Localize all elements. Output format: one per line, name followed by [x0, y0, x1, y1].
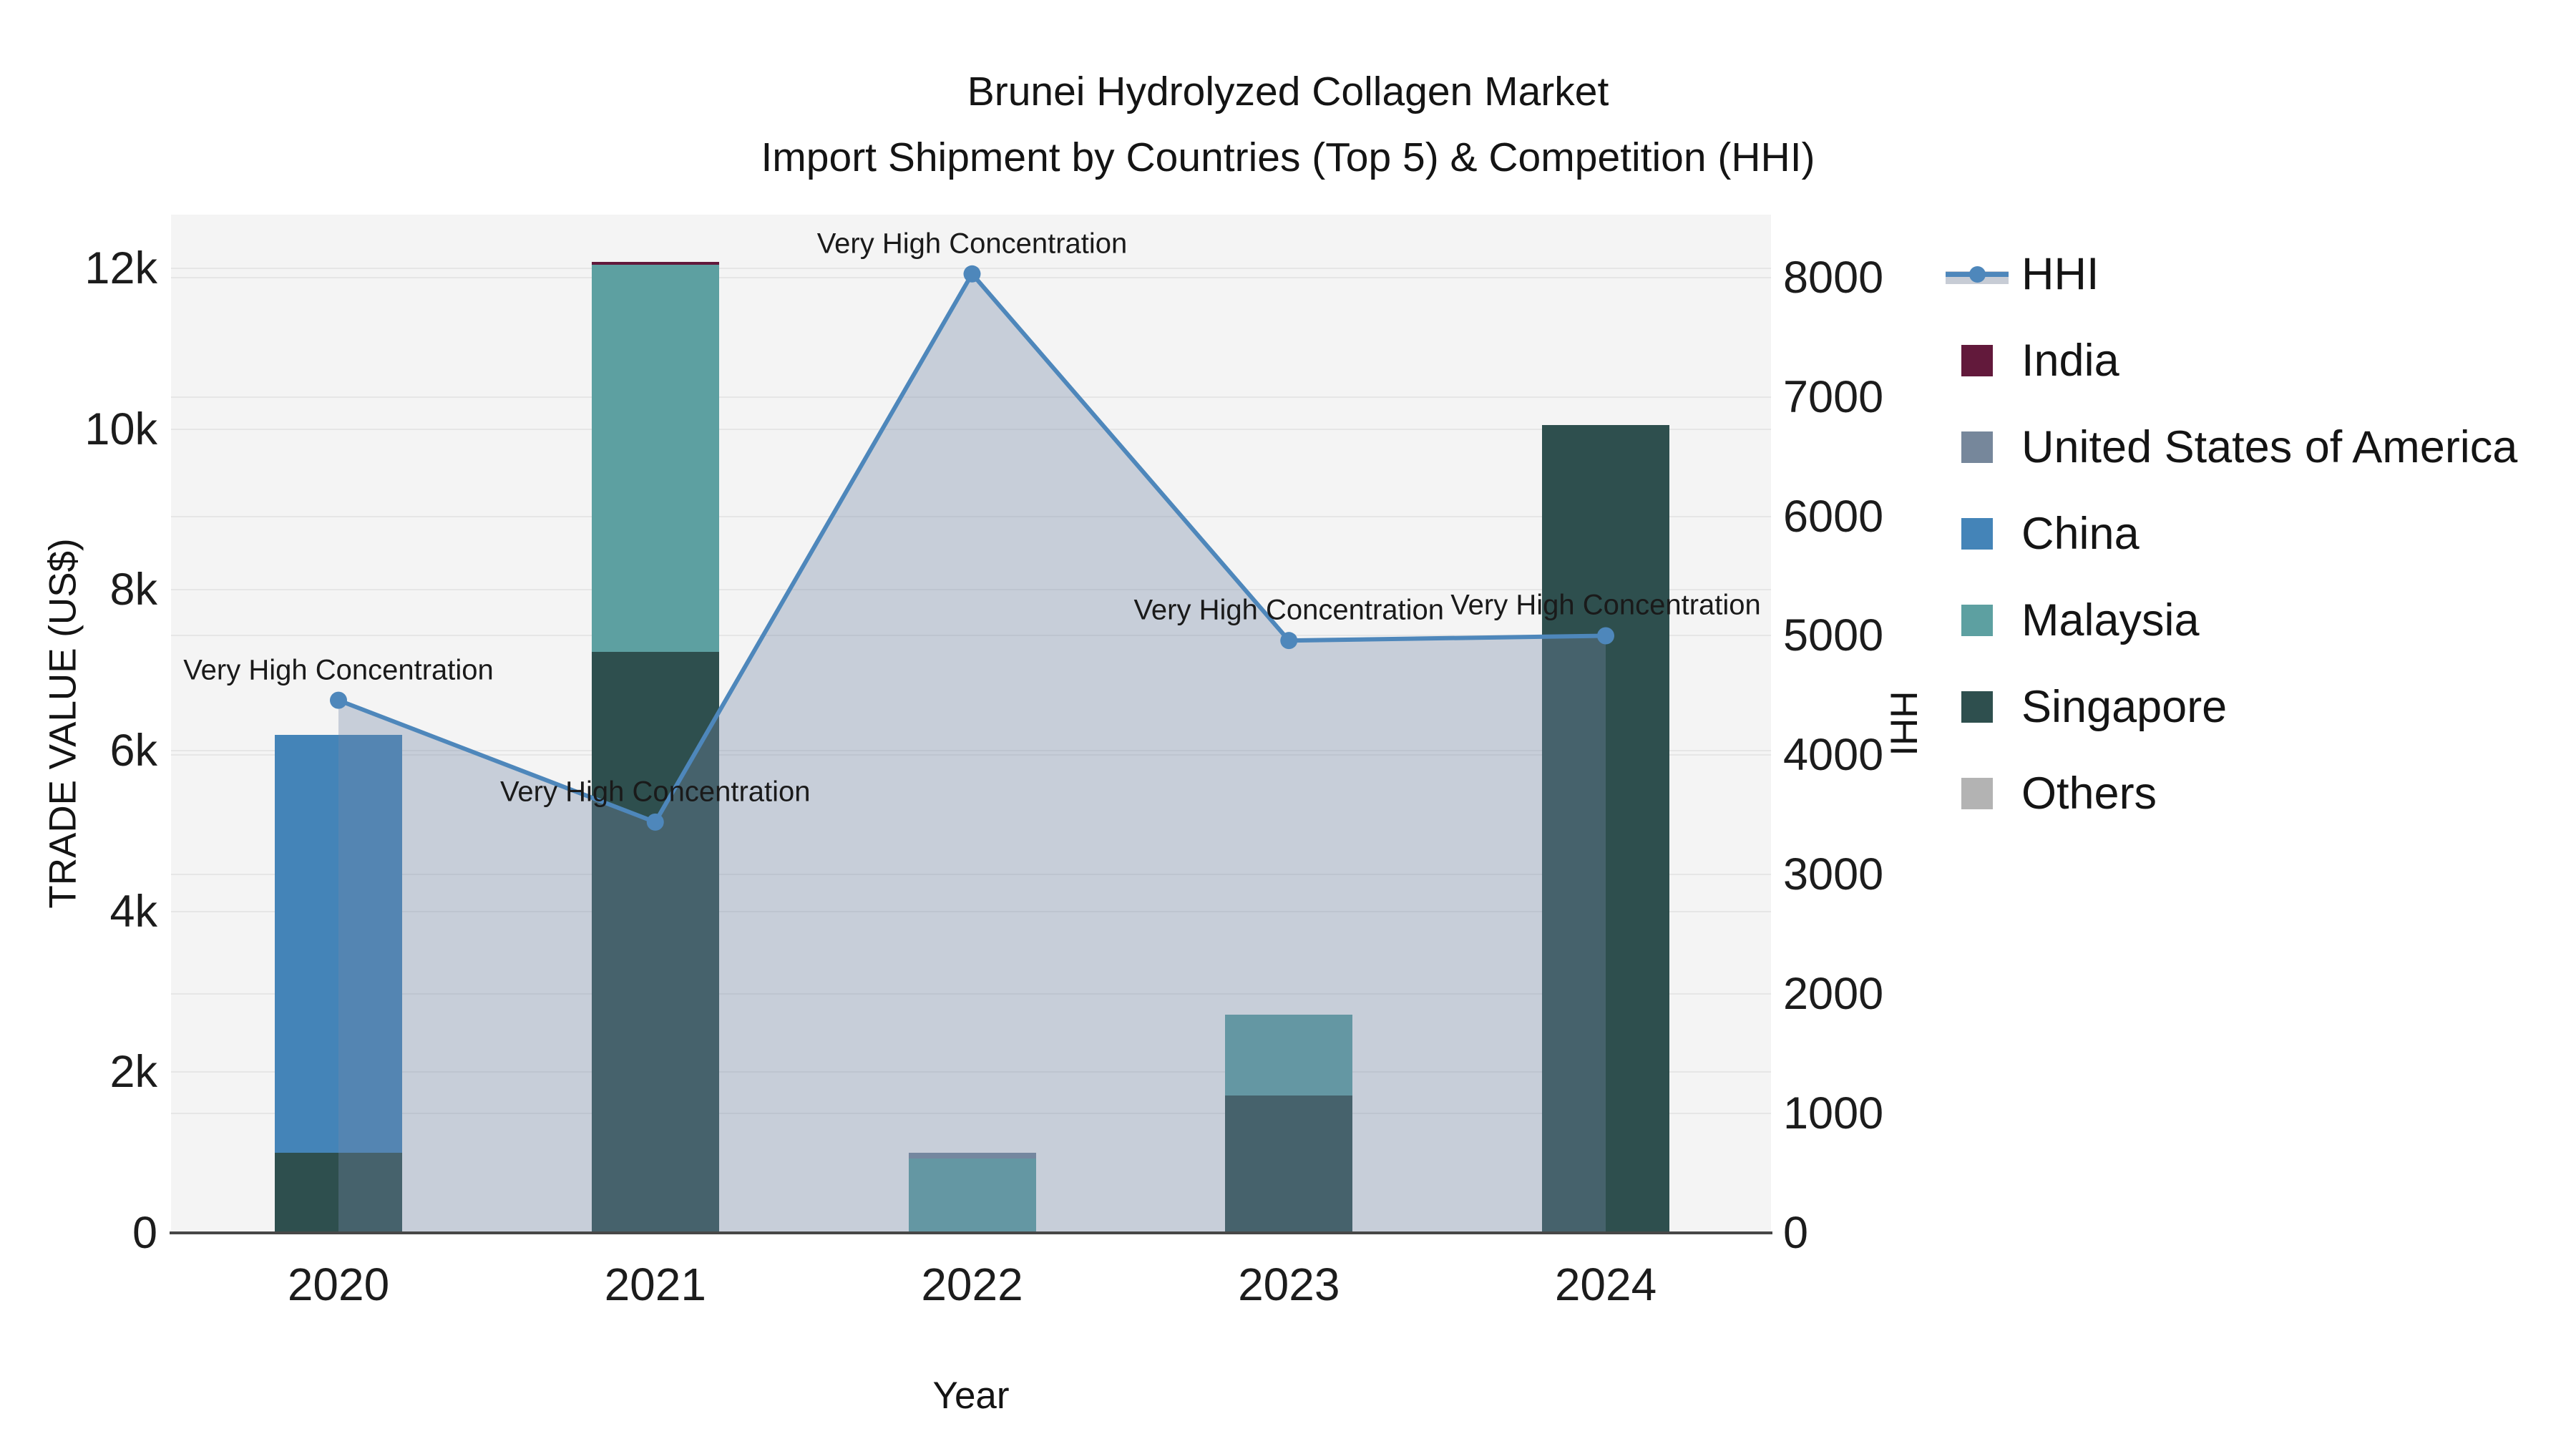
legend-label: India: [2021, 335, 2119, 386]
annotation-2024: Very High Concentration: [1450, 589, 1761, 621]
right-tick-3000: 3000: [1783, 849, 1884, 900]
x-tick-2020: 2020: [287, 1259, 390, 1310]
legend-swatch-icon: [1946, 339, 2009, 382]
annotation-2023: Very High Concentration: [1133, 594, 1445, 626]
legend-color-swatch: [1961, 344, 1993, 376]
hhi-area-fill: [338, 273, 1606, 1234]
chart-title: Brunei Hydrolyzed Collagen Market Import…: [0, 59, 2576, 190]
legend-color-swatch: [1961, 517, 1993, 550]
y-axis-title-right: HHI: [1882, 691, 1925, 756]
legend-color-swatch: [1961, 691, 1993, 723]
legend-color-swatch: [1961, 431, 1993, 463]
hhi-line-layer: [330, 265, 1614, 1234]
legend-swatch-icon: [1946, 686, 2009, 728]
hhi-marker-2020[interactable]: [330, 691, 347, 709]
left-tick-10k: 10k: [84, 404, 157, 454]
chart-title-line2: Import Shipment by Countries (Top 5) & C…: [761, 135, 1815, 180]
legend-item-malaysia[interactable]: Malaysia: [1946, 577, 2517, 663]
legend-swatch-icon: [1946, 772, 2009, 815]
right-tick-0: 0: [1783, 1208, 1809, 1258]
figure: Brunei Hydrolyzed Collagen Market Import…: [0, 0, 2576, 1449]
x-axis-title: Year: [932, 1375, 1010, 1417]
hhi-marker-2023[interactable]: [1280, 632, 1298, 650]
legend-color-swatch: [1961, 604, 1993, 636]
right-tick-1000: 1000: [1783, 1088, 1884, 1139]
legend-label: Singapore: [2021, 681, 2228, 732]
hhi-marker-2024[interactable]: [1597, 627, 1614, 645]
legend-swatch-icon: [1946, 599, 2009, 642]
x-tick-2022: 2022: [921, 1259, 1023, 1310]
legend-item-india[interactable]: India: [1946, 317, 2517, 404]
annotation-2021: Very High Concentration: [499, 776, 811, 808]
x-axis-line: [170, 1231, 1772, 1234]
legend-line-symbol: [1946, 253, 2009, 296]
right-tick-6000: 6000: [1783, 491, 1884, 542]
plot-area: Very High Concentration Very High Concent…: [170, 215, 1772, 1234]
legend-swatch-icon: [1946, 512, 2009, 555]
x-tick-2024: 2024: [1554, 1259, 1657, 1310]
right-tick-5000: 5000: [1783, 610, 1884, 661]
right-tick-4000: 4000: [1783, 730, 1884, 781]
legend-item-hhi[interactable]: HHI: [1946, 230, 2517, 317]
legend-hhi-marker: [1969, 265, 1986, 283]
left-tick-2k: 2k: [109, 1047, 157, 1098]
hhi-marker-2022[interactable]: [963, 265, 981, 283]
legend-item-singapore[interactable]: Singapore: [1946, 663, 2517, 750]
legend-swatch-icon: [1946, 426, 2009, 469]
left-tick-12k: 12k: [84, 243, 157, 294]
legend-item-united-states-of-america[interactable]: United States of America: [1946, 404, 2517, 490]
annotation-2022: Very High Concentration: [816, 228, 1128, 260]
left-tick-0: 0: [132, 1208, 157, 1258]
x-tick-2023: 2023: [1238, 1259, 1340, 1310]
chart-title-line1: Brunei Hydrolyzed Collagen Market: [967, 69, 1609, 114]
legend-label: Malaysia: [2021, 595, 2200, 645]
legend-label: Others: [2021, 768, 2157, 819]
hhi-marker-2021[interactable]: [646, 813, 664, 831]
x-tick-2021: 2021: [604, 1259, 706, 1310]
y-axis-title-left: TRADE VALUE (US$): [42, 538, 84, 909]
legend-color-swatch: [1961, 777, 1993, 809]
legend-label: China: [2021, 508, 2140, 559]
right-tick-2000: 2000: [1783, 969, 1884, 1020]
right-tick-8000: 8000: [1783, 252, 1884, 303]
legend-item-china[interactable]: China: [1946, 490, 2517, 577]
legend: HHI India United States of America China Mal…: [1946, 230, 2517, 836]
legend-label: HHI: [2021, 248, 2099, 299]
legend-item-others[interactable]: Others: [1946, 750, 2517, 836]
legend-label: United States of America: [2021, 421, 2518, 472]
right-tick-7000: 7000: [1783, 371, 1884, 422]
annotation-2020: Very High Concentration: [183, 654, 494, 686]
